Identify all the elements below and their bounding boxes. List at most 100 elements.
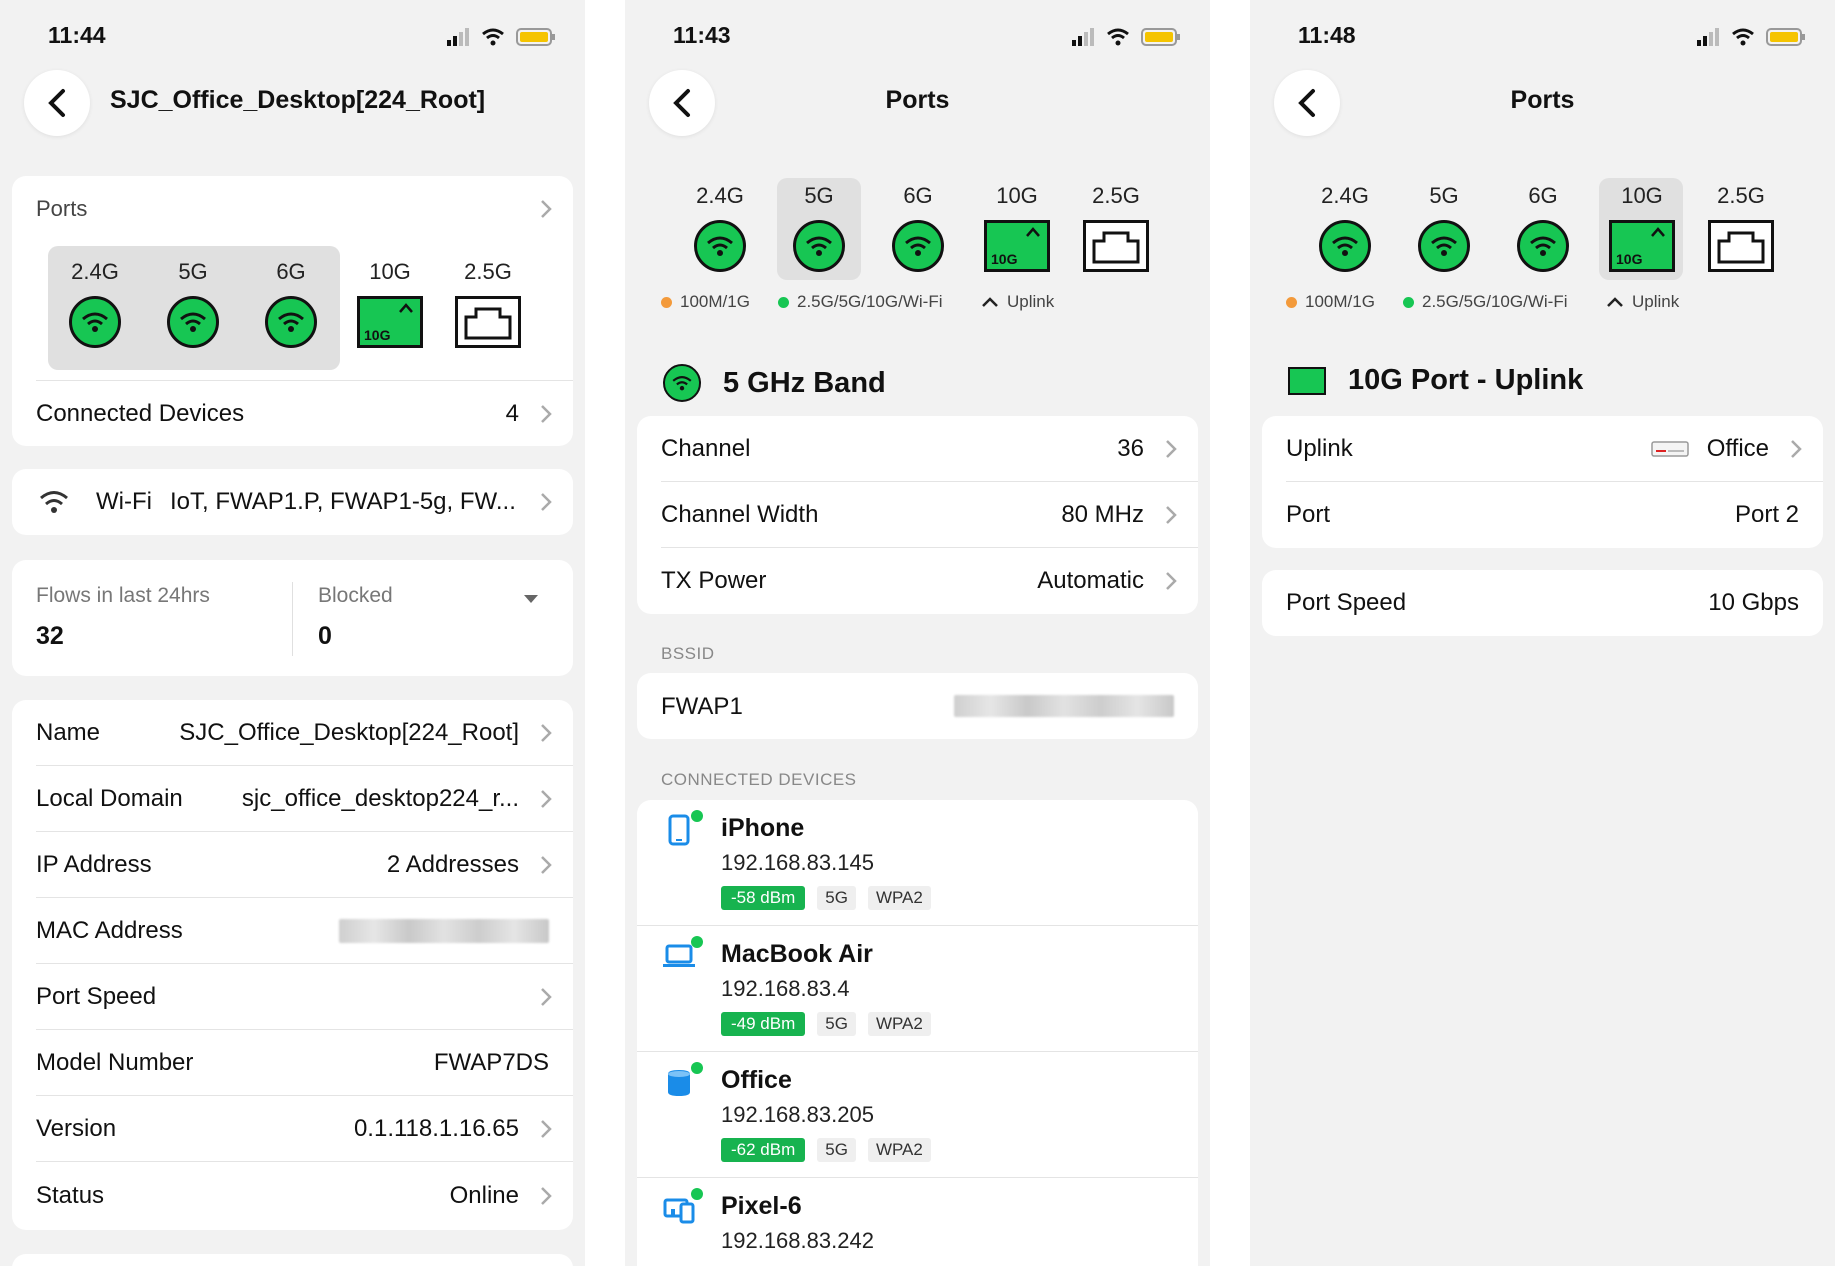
status-time: 11:44	[48, 22, 106, 48]
legend-multigig: 2.5G/5G/10G/Wi-Fi	[778, 292, 942, 312]
port-5g[interactable]: 5G	[1396, 182, 1492, 272]
security-badge: WPA2	[867, 886, 931, 910]
devices-card: iPhone 192.168.83.145 -58 dBm 5G WPA2 Ma…	[637, 800, 1198, 1266]
port-2-5g[interactable]: 2.5G	[440, 258, 536, 348]
orange-dot	[661, 296, 672, 308]
chevron-right-icon	[1166, 572, 1177, 590]
ethernet-port-icon	[1708, 220, 1774, 272]
band-badge: 5G	[817, 886, 856, 910]
wifi-card[interactable]: Wi-Fi IoT, FWAP1.P, FWAP1-5g, FW...	[12, 469, 573, 535]
legend-100m: 100M/1G	[1286, 292, 1375, 312]
port-speed-card: Port Speed 10 Gbps	[1262, 570, 1823, 636]
list-item[interactable]: MacBook Air 192.168.83.4 -49 dBm 5G WPA2	[637, 926, 1198, 1052]
port-5g[interactable]: 5G	[145, 258, 241, 348]
port-5g[interactable]: 5G	[771, 182, 867, 272]
blocked-label: Blocked	[318, 584, 393, 607]
wifi-icon	[892, 220, 944, 272]
channel-row[interactable]: Channel 36	[661, 416, 1198, 482]
name-row[interactable]: Name SJC_Office_Desktop[224_Root]	[36, 700, 573, 766]
online-dot	[691, 936, 703, 948]
status-time: 11:48	[1298, 22, 1356, 48]
version-row[interactable]: Version 0.1.118.1.16.65	[36, 1096, 573, 1162]
back-button[interactable]	[24, 70, 90, 136]
port-6g[interactable]: 6G	[870, 182, 966, 272]
dropdown-caret-icon[interactable]	[523, 594, 539, 604]
model-number-row: Model Number FWAP7DS	[36, 1030, 573, 1096]
uplink-caret-icon	[1607, 297, 1623, 307]
signal-badge: -58 dBm	[721, 886, 806, 910]
list-item[interactable]: iPhone 192.168.83.145 -58 dBm 5G WPA2	[637, 800, 1198, 926]
port-10g[interactable]: 10G 10G	[969, 182, 1065, 272]
legend-uplink: Uplink	[981, 292, 1054, 312]
wifi-icon	[663, 364, 701, 402]
chevron-right-icon	[541, 723, 552, 742]
port-row: Port Port 2	[1286, 501, 1799, 528]
wifi-icon	[69, 296, 121, 348]
port-2-4g[interactable]: 2.4G	[47, 258, 143, 348]
security-badge: WPA2	[867, 1012, 931, 1036]
port-speed-row[interactable]: Port Speed	[36, 964, 573, 1030]
band-heading: 5 GHz Band	[663, 364, 886, 402]
green-dot	[1403, 296, 1414, 308]
port-2-4g[interactable]: 2.4G	[672, 182, 768, 272]
flows-value: 32	[36, 622, 64, 650]
laptop-icon	[663, 944, 695, 967]
port-6g[interactable]: 6G	[1495, 182, 1591, 272]
legend-100m: 100M/1G	[661, 292, 750, 312]
ip-address-row[interactable]: IP Address 2 Addresses	[36, 832, 573, 898]
port-10g[interactable]: 10G 10G	[342, 258, 438, 348]
chevron-left-icon	[48, 89, 65, 117]
local-domain-row[interactable]: Local Domain sjc_office_desktop224_r...	[36, 766, 573, 832]
legend-uplink: Uplink	[1606, 292, 1679, 312]
page-title: Ports	[885, 86, 950, 114]
chevron-right-icon	[541, 493, 552, 511]
port-2-4g[interactable]: 2.4G	[1297, 182, 1393, 272]
chevron-right-icon	[1166, 505, 1177, 524]
bssid-name: FWAP1	[661, 693, 743, 720]
ethernet-port-icon	[455, 296, 521, 348]
port-2-5g[interactable]: 2.5G	[1068, 182, 1164, 272]
uplink-row[interactable]: Uplink Office	[1286, 416, 1823, 482]
mac-address-row: MAC Address	[36, 898, 573, 964]
divider	[292, 582, 293, 656]
port-2-5g[interactable]: 2.5G	[1693, 182, 1789, 272]
status-bar: 11:44	[0, 0, 585, 74]
port-6g[interactable]: 6G	[243, 258, 339, 348]
wifi-icon	[1517, 220, 1569, 272]
band-badge: 5G	[817, 1138, 856, 1162]
ports-10g-screen: 11:48 Ports 2.4G 5G 6G 10G 10G 2.5G 100M…	[1250, 0, 1835, 1266]
connected-devices-header: CONNECTED DEVICES	[661, 770, 857, 789]
ethernet-10g-icon: 10G	[357, 296, 423, 348]
flows-card: Flows in last 24hrs 32 Blocked 0	[12, 560, 573, 676]
uplink-caret-icon	[982, 297, 998, 307]
status-bar: 11:48	[1250, 0, 1835, 74]
ports-row[interactable]: Ports	[36, 176, 573, 242]
next-card	[12, 1254, 573, 1266]
channel-width-row[interactable]: Channel Width 80 MHz	[661, 482, 1198, 548]
wifi-icon	[694, 220, 746, 272]
details-card: Name SJC_Office_Desktop[224_Root] Local …	[12, 700, 573, 1230]
blocked-value: 0	[318, 622, 332, 650]
ports-label: Ports	[36, 196, 88, 221]
ethernet-10g-icon: 10G	[1609, 220, 1675, 272]
tx-power-row[interactable]: TX Power Automatic	[661, 548, 1198, 614]
ethernet-port-icon	[1288, 366, 1326, 395]
port-speed-row: Port Speed 10 Gbps	[1286, 589, 1799, 616]
wifi-icon	[40, 491, 68, 513]
wifi-icon	[793, 220, 845, 272]
ethernet-port-icon	[1083, 220, 1149, 272]
status-icons	[1697, 28, 1805, 46]
status-icons	[1072, 28, 1180, 46]
redacted-mac	[339, 919, 549, 943]
connected-devices-row[interactable]: Connected Devices 4	[36, 380, 573, 446]
page-title: SJC_Office_Desktop[224_Root]	[110, 86, 486, 114]
port-10g[interactable]: 10G 10G	[1594, 182, 1690, 272]
online-dot	[691, 1188, 703, 1200]
status-row[interactable]: Status Online	[36, 1162, 573, 1230]
devices-icon	[663, 1198, 695, 1224]
uplink-caret-icon	[399, 303, 413, 313]
list-item[interactable]: Office 192.168.83.205 -62 dBm 5G WPA2	[637, 1052, 1198, 1178]
chevron-right-icon	[1166, 439, 1177, 458]
list-item[interactable]: Pixel-6 192.168.83.242	[637, 1178, 1198, 1266]
ports-5g-screen: 11:43 Ports 2.4G 5G 6G 10G 10G 2.5G 100M…	[625, 0, 1210, 1266]
